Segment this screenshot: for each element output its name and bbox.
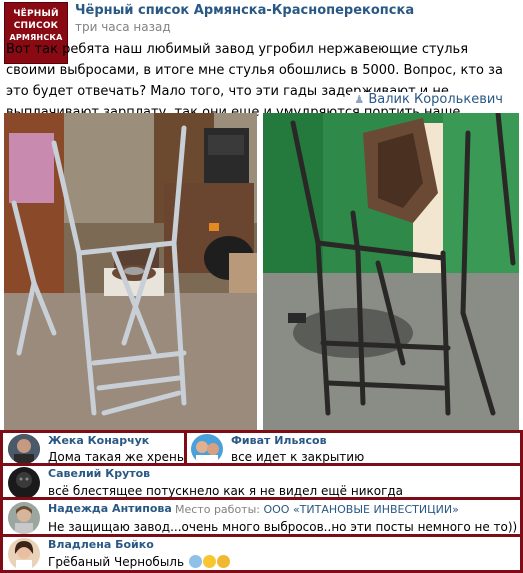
comment-row: Савелий Крутов всё блестящее потускнело …	[0, 463, 523, 500]
group-name-link[interactable]: Чёрный список Армянска-Красноперекопска	[75, 3, 414, 18]
user-icon: ♟	[354, 93, 365, 106]
avatar[interactable]	[8, 502, 40, 534]
comment-text: Не защищаю завод...очень много выбросов.…	[48, 520, 518, 534]
post-photo[interactable]	[263, 113, 519, 431]
post-photo[interactable]	[4, 113, 257, 431]
comment-author[interactable]: Жека Конарчук	[48, 434, 149, 447]
avatar[interactable]	[191, 434, 223, 464]
avatar[interactable]	[8, 538, 40, 570]
avatar[interactable]	[8, 467, 40, 499]
logo-line: ЧЁРНЫЙ	[13, 9, 59, 19]
logo-line: СПИСОК	[13, 21, 59, 31]
work-info: Место работы: ООО «ТИТАНОВЫЕ ИНВЕСТИЦИИ»	[175, 503, 459, 516]
post-header: ЧЁРНЫЙ СПИСОК АРМЯНСКА Чёрный список Арм…	[0, 0, 523, 64]
comment-text: всё блестящее потускнело как я не видел …	[48, 484, 404, 498]
comment-text: Дома такая же хрень	[48, 450, 184, 464]
comment-author[interactable]: Надежда Антипова	[48, 502, 172, 515]
comment-author[interactable]: Владлена Бойко	[48, 538, 154, 551]
sleepy-face-emoji-icon	[216, 555, 230, 568]
comment-row: Жека Конарчук Дома такая же хрень Фиват …	[0, 430, 523, 466]
comment-row: Владлена Бойко Грёбаный Чернобыль	[0, 534, 523, 573]
comment-row: Надежда Антипова Место работы: ООО «ТИТА…	[0, 497, 523, 537]
post-author-name: Валик Королькевич	[368, 92, 503, 107]
work-label: Место работы:	[175, 503, 260, 516]
comment-text: все идет к закрытию	[231, 450, 365, 464]
work-link[interactable]: ООО «ТИТАНОВЫЕ ИНВЕСТИЦИИ»	[263, 503, 458, 516]
comment-line: Грёбаный Чернобыль	[48, 555, 230, 569]
post-timestamp[interactable]: три часа назад	[75, 20, 171, 34]
scared-face-emoji-icon	[188, 555, 202, 568]
crying-face-emoji-icon	[202, 555, 216, 568]
comment-divider	[184, 430, 187, 466]
post-author-link[interactable]: ♟ Валик Королькевич	[350, 92, 503, 107]
comment-text: Грёбаный Чернобыль	[48, 555, 185, 569]
avatar[interactable]	[8, 434, 40, 464]
comment-author[interactable]: Савелий Крутов	[48, 467, 150, 480]
comment-author[interactable]: Фиват Ильясов	[231, 434, 327, 447]
